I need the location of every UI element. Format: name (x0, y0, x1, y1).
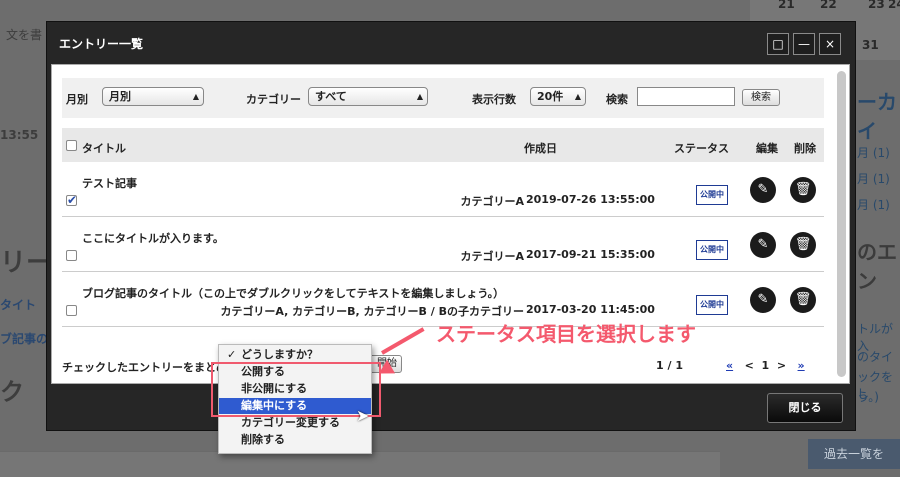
entry-date: 2017-03-20 11:45:00 (526, 303, 655, 316)
edit-icon[interactable]: ✎ (750, 232, 776, 258)
entry-date: 2017-09-21 15:35:00 (526, 248, 655, 261)
option-label: 削除する (241, 433, 285, 446)
pager-first[interactable]: « (726, 359, 733, 372)
rows-select[interactable]: 20件 ▲ (530, 87, 586, 106)
entry-date: 2019-07-26 13:55:00 (526, 193, 655, 206)
scrollbar[interactable] (837, 71, 846, 377)
entry-title[interactable]: ここにタイトルが入ります。 (82, 230, 224, 246)
entry-category: カテゴリーA (460, 195, 524, 208)
bg-bottom-field (0, 451, 720, 477)
entry-category: カテゴリーA, カテゴリーB, カテゴリーB / Bの子カテゴリー (220, 305, 524, 318)
pager-next: > (776, 359, 787, 372)
bg-right-text: 月 (1) (857, 172, 890, 186)
category-label: カテゴリー (246, 93, 301, 106)
bulk-action-bar: チェックしたエントリーをまとめて 開始 1 / 1 « < 1 > » (62, 355, 824, 377)
row-checkbox[interactable] (66, 193, 77, 207)
bg-right-text: う。) (857, 390, 879, 404)
rows-label: 表示行数 (472, 93, 516, 106)
trash-icon[interactable]: 🗑 (790, 232, 816, 258)
pager-prev: < (744, 359, 754, 372)
column-delete: 削除 (794, 142, 816, 155)
pager-last[interactable]: » (798, 359, 805, 372)
annotation-text: ステータス項目を選択します (436, 322, 696, 346)
month-select[interactable]: 月別 ▲ (102, 87, 204, 106)
entry-category: カテゴリーA (460, 250, 524, 263)
column-created: 作成日 (524, 142, 557, 155)
dropdown-option[interactable]: カテゴリー変更する (219, 415, 371, 431)
select-arrows-icon: ▲ (192, 92, 199, 101)
bg-right-text: 月 (1) (857, 146, 890, 160)
status-badge: 公開中 (696, 240, 728, 260)
row-checkbox[interactable] (66, 250, 77, 261)
mouse-cursor-icon: ➤ (356, 406, 370, 425)
bg-cal-day: 23 (868, 0, 885, 11)
trash-icon[interactable]: 🗑 (790, 287, 816, 313)
rows-select-value: 20件 (537, 90, 564, 103)
column-title: タイトル (82, 142, 126, 155)
month-label: 月別 (66, 93, 88, 106)
option-label: どうしますか？ (241, 348, 318, 361)
bg-text: タイト (0, 298, 37, 312)
category-select-value: すべて (315, 90, 347, 103)
select-arrows-icon: ▲ (574, 92, 581, 101)
bg-right-text: 月 (1) (857, 198, 890, 212)
bg-text: リー (0, 248, 53, 278)
select-all-checkbox[interactable] (66, 140, 77, 151)
dropdown-option[interactable]: 削除する (219, 432, 371, 448)
entry-title[interactable]: テスト記事 (82, 175, 137, 191)
bg-text: ク (0, 378, 24, 406)
status-badge: 公開中 (696, 295, 728, 315)
pager: « < 1 > » (726, 359, 805, 372)
option-label: カテゴリー変更する (241, 416, 340, 429)
bg-text: 13:55 (0, 128, 39, 142)
bg-text: 文を書 (6, 28, 43, 42)
search-label: 検索 (606, 93, 628, 106)
maximize-button[interactable]: □ (767, 33, 789, 55)
minimize-button[interactable]: — (793, 33, 815, 55)
modal-title: エントリー一覧 (59, 37, 144, 51)
close-button[interactable]: 閉じる (767, 393, 843, 423)
status-badge: 公開中 (696, 185, 728, 205)
filter-bar: 月別 月別 ▲ カテゴリー すべて ▲ 表示行数 20件 ▲ 検索 検索 (62, 78, 824, 118)
check-icon: ✓ (227, 348, 237, 361)
bg-right-text: のエン (857, 240, 897, 293)
edit-icon[interactable]: ✎ (750, 287, 776, 313)
entry-title[interactable]: ブログ記事のタイトル（この上でダブルクリックをしてテキストを編集しましょう。） (82, 285, 504, 301)
trash-icon[interactable]: 🗑 (790, 177, 816, 203)
pager-current: 1 (761, 359, 770, 372)
bg-right-text: のタイ (857, 350, 894, 364)
bg-cal-day: 22 (820, 0, 837, 11)
month-select-value: 月別 (109, 90, 131, 103)
table-row: ここにタイトルが入ります。 カテゴリーA 2017-09-21 15:35:00… (62, 218, 824, 272)
bg-cal-day: 21 (778, 0, 795, 11)
select-arrows-icon: ▲ (416, 92, 423, 101)
page-info: 1 / 1 (656, 359, 683, 372)
close-icon[interactable]: × (819, 33, 841, 55)
entry-list-modal: エントリー一覧 □ — × 月別 月別 ▲ カテゴリー すべて ▲ 表示行数 2… (46, 21, 856, 431)
dropdown-option[interactable]: ✓ どうしますか？ (219, 347, 371, 363)
edit-icon[interactable]: ✎ (750, 177, 776, 203)
bg-right-text: ーカイ (857, 90, 897, 143)
bg-text: ブ記事の (0, 332, 49, 346)
past-list-button: 過去一覧を (808, 439, 900, 469)
column-status: ステータス (674, 142, 729, 155)
search-button[interactable]: 検索 (742, 89, 780, 106)
search-input[interactable] (637, 87, 735, 106)
column-edit: 編集 (756, 142, 778, 155)
table-row: テスト記事 カテゴリーA 2019-07-26 13:55:00 公開中 ✎ 🗑 (62, 163, 824, 217)
table-header: タイトル 作成日 ステータス 編集 削除 (62, 128, 824, 162)
category-select[interactable]: すべて ▲ (308, 87, 428, 106)
bg-cal-day: 24 (888, 0, 900, 11)
row-checkbox[interactable] (66, 305, 77, 316)
bg-cal-day: 31 (862, 38, 879, 52)
